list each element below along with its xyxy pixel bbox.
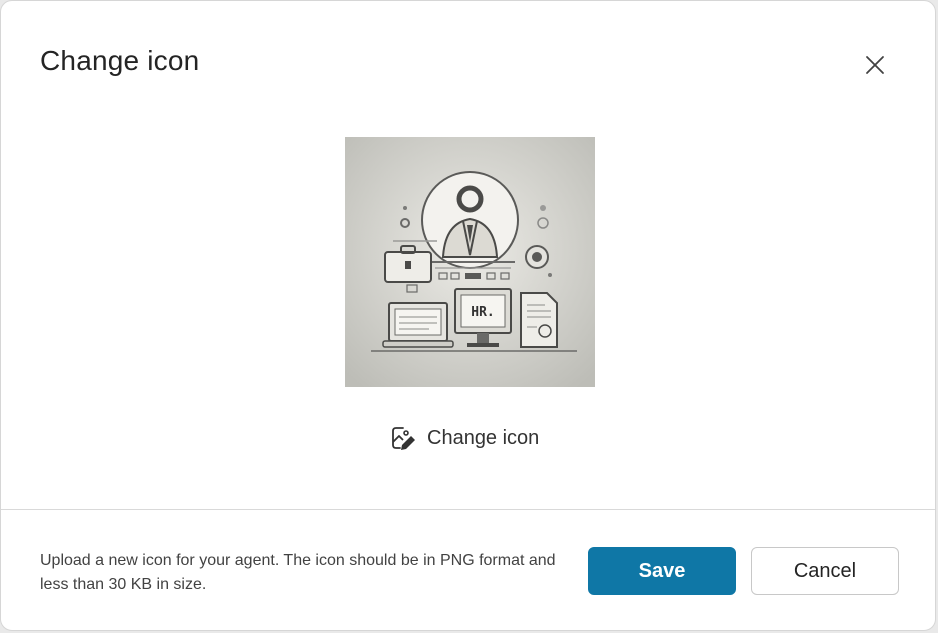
image-edit-icon: [392, 427, 415, 450]
upload-hint: Upload a new icon for your agent. The ic…: [40, 552, 556, 593]
cancel-button[interactable]: Cancel: [751, 547, 899, 595]
footer-divider: [1, 509, 935, 510]
hr-badge-text: HR.: [471, 305, 494, 320]
change-icon-button[interactable]: Change icon: [389, 423, 539, 453]
close-button[interactable]: [857, 47, 893, 83]
dialog-title: Change icon: [40, 45, 200, 76]
save-button[interactable]: Save: [588, 547, 736, 595]
change-icon-dialog: Change icon HR. Change icon Upload a new…: [0, 0, 936, 631]
change-icon-label: Change icon: [427, 426, 540, 449]
close-icon: [866, 56, 884, 74]
agent-icon-preview: HR.: [345, 137, 595, 387]
